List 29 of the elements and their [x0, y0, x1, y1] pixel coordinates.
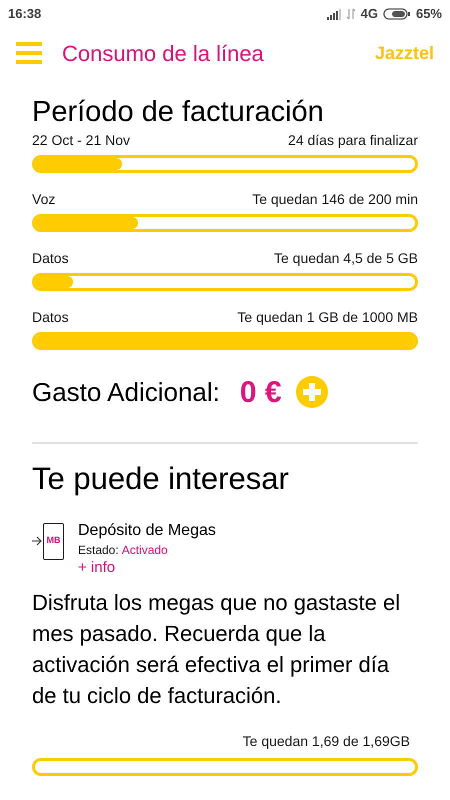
status-value: Activado	[122, 542, 168, 556]
battery-icon	[382, 8, 411, 20]
offer-description: Disfruta los megas que no gastaste el mes pasado. Recuerda que la activación será efectiva el primer día de tu ciclo de facturación.	[32, 589, 402, 710]
more-info-link[interactable]: + info	[78, 556, 216, 579]
extra-cost-amount: 0 €	[240, 374, 282, 410]
billing-period: 22 Oct - 21 Nov	[32, 131, 130, 150]
meter-reading: Te quedan 4,5 de 5 GB	[274, 249, 418, 268]
battery-level: 65%	[416, 5, 442, 24]
page-title: Consumo de la línea	[62, 40, 265, 68]
icon-label: MB	[46, 534, 60, 548]
section-title: Te puede interesar	[32, 460, 290, 498]
meter-label: Datos	[32, 249, 69, 268]
meter-reading: Te quedan 1 GB de 1000 MB	[237, 308, 418, 327]
menu-icon[interactable]	[16, 42, 42, 64]
add-icon[interactable]	[296, 376, 328, 408]
meter-reading: Te quedan 1,69 de 1,69GB	[242, 732, 410, 751]
status-label: Estado:	[78, 542, 119, 556]
extra-cost-label: Gasto Adicional:	[32, 376, 220, 408]
offer-name: Depósito de Megas	[78, 520, 216, 540]
meter-label: Voz	[32, 190, 56, 209]
meter-label: Datos	[32, 308, 69, 327]
data-arrows-icon	[346, 8, 356, 20]
status-time: 16:38	[8, 5, 42, 24]
network-type: 4G	[360, 5, 378, 24]
days-remaining: 24 días para finalizar	[288, 131, 418, 150]
meter-reading: Te quedan 146 de 200 min	[252, 190, 418, 209]
brand-logo: Jazztel	[374, 42, 434, 64]
signal-icon	[326, 8, 341, 20]
section-title: Período de facturación	[32, 96, 325, 128]
